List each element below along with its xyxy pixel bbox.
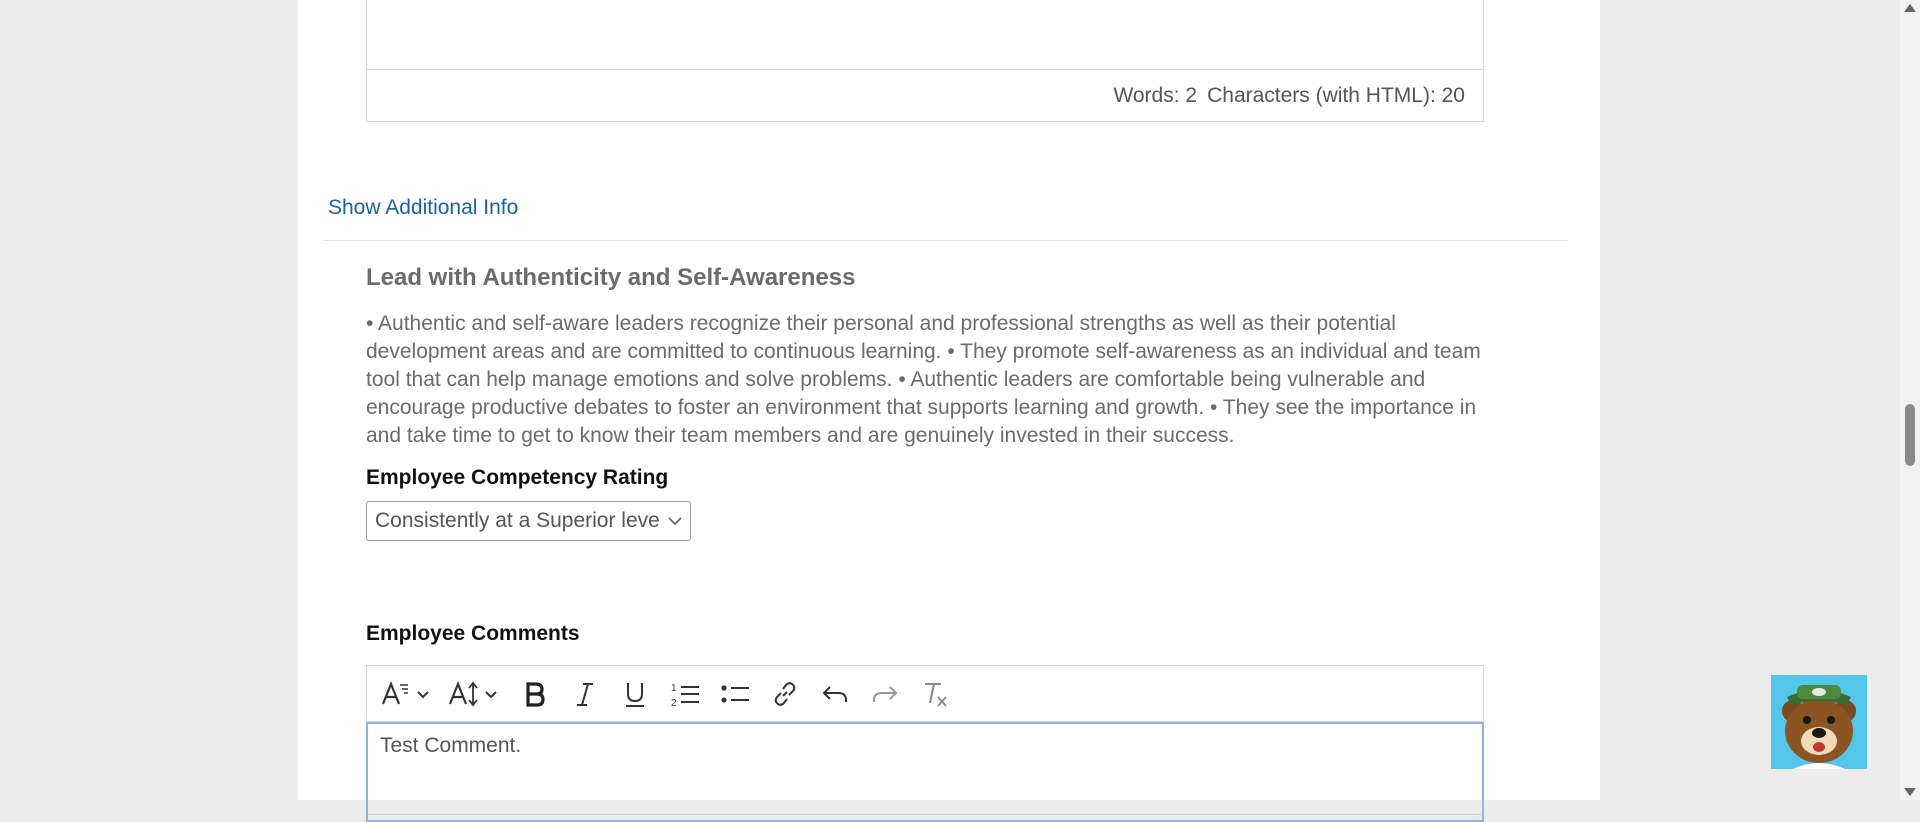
redo-icon[interactable] xyxy=(865,674,905,714)
italic-icon[interactable] xyxy=(565,674,605,714)
bulleted-list-icon[interactable] xyxy=(715,674,755,714)
competency-title: Lead with Authenticity and Self-Awarenes… xyxy=(366,264,856,291)
editor-toolbar: 1 2 xyxy=(367,666,1483,722)
word-count: Words: 2 xyxy=(1113,84,1198,107)
bear-mascot-avatar[interactable] xyxy=(1771,675,1867,769)
bold-icon[interactable] xyxy=(515,674,555,714)
previous-comment-editor: Words: 2 Characters (with HTML): 20 xyxy=(366,0,1484,122)
previous-editor-body[interactable] xyxy=(367,0,1483,70)
rating-selected-value: Consistently at a Superior level xyxy=(375,509,660,532)
font-size-icon[interactable] xyxy=(447,674,505,714)
rating-label: Employee Competency Rating xyxy=(366,466,669,489)
comments-editor: 1 2 Test Comment. xyxy=(366,665,1484,822)
page-content: Words: 2 Characters (with HTML): 20 Show… xyxy=(298,0,1600,822)
chevron-down-icon xyxy=(660,516,690,526)
clear-formatting-icon[interactable] xyxy=(915,674,955,714)
competency-description: • Authentic and self-aware leaders recog… xyxy=(366,312,1481,447)
show-additional-info-link[interactable]: Show Additional Info xyxy=(328,196,518,220)
numbered-list-icon[interactable]: 1 2 xyxy=(665,674,705,714)
undo-icon[interactable] xyxy=(815,674,855,714)
competency-rating-select[interactable]: Consistently at a Superior level xyxy=(366,501,691,541)
editor-word-count-bar: Words: 2 Characters (with HTML): 20 xyxy=(367,70,1483,122)
scroll-down-arrow-icon[interactable] xyxy=(1904,788,1916,796)
page-scrollbar[interactable] xyxy=(1900,0,1920,800)
svg-text:1: 1 xyxy=(671,683,677,694)
link-icon[interactable] xyxy=(765,674,805,714)
comments-label: Employee Comments xyxy=(366,622,580,645)
comments-editor-body[interactable]: Test Comment. xyxy=(366,722,1484,822)
scroll-up-arrow-icon[interactable] xyxy=(1904,4,1916,12)
section-divider xyxy=(324,240,1568,241)
scrollbar-thumb[interactable] xyxy=(1905,404,1915,466)
svg-text:2: 2 xyxy=(671,698,677,709)
underline-icon[interactable] xyxy=(615,674,655,714)
font-family-icon[interactable] xyxy=(379,674,437,714)
character-count: Characters (with HTML): 20 xyxy=(1207,84,1465,107)
